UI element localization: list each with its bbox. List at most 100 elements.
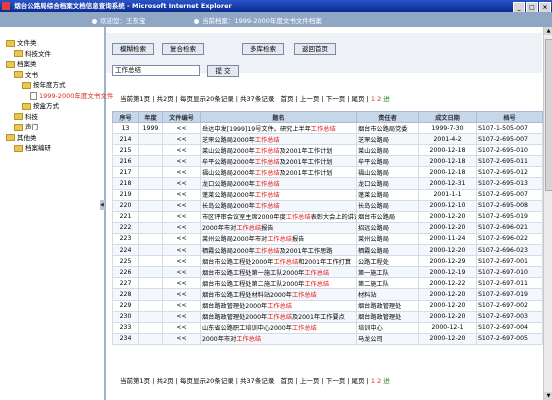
- pager-next[interactable]: 下一页: [326, 377, 346, 385]
- pager-current: 当前第1页: [120, 377, 151, 385]
- table-row[interactable]: 230 << 烟台路政管理处2000年工作总结及2001年工作要点 烟台路政管理处 20…: [112, 310, 543, 323]
- sidebar-tree: 文件类 科技文件 档案类 文书 按年度方式 1999-2000年度文书文件 按盒方式 科技 声门…: [0, 27, 113, 400]
- cell-date: 2000-12-20: [418, 244, 477, 257]
- cell-title[interactable]: 烟台市公路工程处2000年工作总结和2001年工作打算: [200, 255, 357, 268]
- pager-go[interactable]: 进: [383, 377, 390, 385]
- tree-item[interactable]: 档案类: [6, 58, 37, 68]
- column-header[interactable]: 文件编号: [162, 111, 201, 123]
- tree-item[interactable]: 其他类: [6, 132, 37, 142]
- pager-last[interactable]: 尾页: [352, 95, 365, 103]
- cell-title[interactable]: 岳达中发[1999]19号文件。研究上半年工作总结: [200, 121, 357, 135]
- cell-title[interactable]: 烟台市公路工程处第一施工队2000年工作总结: [200, 266, 357, 279]
- cell-title[interactable]: 2000年市对工作总结: [200, 332, 357, 345]
- multi-db-search-button[interactable]: 多库检索: [242, 43, 284, 55]
- column-header[interactable]: 序号: [112, 111, 139, 123]
- tree-item[interactable]: 文书: [14, 69, 38, 79]
- table-row[interactable]: 218 << 龙口公路局2000年工作总结 龙口公路局 2000-12-31 S107-2…: [112, 177, 543, 190]
- pager-page-2[interactable]: 2: [377, 377, 381, 385]
- cell-no: 229: [112, 299, 139, 312]
- cell-title[interactable]: 莱山公路局2000年工作总结及2001年工作计划: [200, 144, 357, 157]
- table-row[interactable]: 233 << 山东省公路职工培训中心2000年工作总结 培训中心 2000-12-1 S1…: [112, 321, 543, 334]
- cell-year: [138, 310, 163, 323]
- tree-item[interactable]: 按盒方式: [22, 100, 59, 110]
- table-row[interactable]: 13 1999 << 岳达中发[1999]19号文件。研究上半年工作总结 烟台市公路局党…: [112, 121, 543, 135]
- cell-author: 芝罘公路局: [356, 133, 419, 146]
- scroll-down-icon[interactable]: ▼: [544, 392, 552, 400]
- tree-item[interactable]: 声门: [14, 121, 38, 131]
- column-header[interactable]: 档号: [476, 111, 543, 123]
- cell-title[interactable]: 烟台市公路工程处材料站2000年工作总结: [200, 288, 357, 301]
- table-row[interactable]: 216 << 牟平公路局2000年工作总结及2001年工作计划 牟平公路局 2000-1…: [112, 155, 543, 168]
- table-row[interactable]: 215 << 莱山公路局2000年工作总结及2001年工作计划 莱山公路局 2000-1…: [112, 144, 543, 157]
- table-row[interactable]: 228 << 烟台市公路工程处材料站2000年工作总结 材料站 2000-12-20 S1…: [112, 288, 543, 301]
- title-highlight: 工作总结: [254, 158, 280, 166]
- cell-title[interactable]: 长岛公路局2000年工作总结: [200, 199, 357, 212]
- pager-next[interactable]: 下一页: [326, 95, 346, 103]
- scrollbar-thumb[interactable]: [545, 39, 552, 191]
- table-row[interactable]: 219 << 蓬莱公路局2000年工作总结 蓬莱公路局 2001-1-1 S107-2-6…: [112, 188, 543, 201]
- collapse-sidebar-icon[interactable]: ◀: [100, 200, 105, 210]
- search-input[interactable]: 工作总结: [112, 65, 200, 76]
- tree-item[interactable]: 科技文件: [14, 48, 51, 58]
- cell-title[interactable]: 福山公路局2000年工作总结及2001年工作计划: [200, 166, 357, 179]
- cell-title[interactable]: 山东省公路职工培训中心2000年工作总结: [200, 321, 357, 334]
- title-text: 表彰大会上的讲话: [310, 214, 357, 222]
- vertical-scrollbar[interactable]: ▲ ▼: [543, 27, 552, 400]
- pager-last[interactable]: 尾页: [352, 377, 365, 385]
- cell-date: 2000-12-20: [418, 299, 477, 312]
- tree-item[interactable]: 1999-2000年度文书文件: [30, 90, 113, 100]
- column-header[interactable]: 成文日期: [418, 111, 477, 123]
- tree-item[interactable]: 档案编研: [14, 142, 51, 152]
- table-row[interactable]: 226 << 烟台市公路工程处第一施工队2000年工作总结 第一施工队 2000-12-…: [112, 266, 543, 279]
- tree-item[interactable]: 文件类: [6, 37, 37, 47]
- window-title: 烟台公路局综合档案文档信息查询系统 - Microsoft Internet E…: [14, 2, 232, 10]
- column-header[interactable]: 题名: [200, 111, 357, 123]
- table-row[interactable]: 223 << 莱州公路局2000年市对工作总结报告 莱州公路局 2000-11-24 S1…: [112, 232, 543, 246]
- table-row[interactable]: 214 << 芝罘公路局2000年工作总结 芝罘公路局 2001-4-2 S107-2-6…: [112, 133, 543, 146]
- cell-title[interactable]: 市区评审会议室主席2000年度工作总结表彰大会上的讲话: [200, 210, 357, 223]
- table-row[interactable]: 220 << 长岛公路局2000年工作总结 长岛公路局 2000-12-10 S107-2…: [112, 199, 543, 212]
- pager-page-1[interactable]: 1: [371, 95, 375, 103]
- table-row[interactable]: 234 << 2000年市对工作总结 马龙公司 2000-12-20 S107-2-697…: [112, 332, 543, 345]
- tree-item[interactable]: 科技: [14, 111, 38, 121]
- pager-page-1[interactable]: 1: [371, 377, 375, 385]
- table-row[interactable]: 221 << 市区评审会议室主席2000年度工作总结表彰大会上的讲话 烟台市公路局 20…: [112, 210, 543, 223]
- scroll-up-icon[interactable]: ▲: [544, 27, 552, 35]
- title-text: 及2001年工作计划: [279, 169, 333, 177]
- cell-no: 13: [112, 121, 139, 135]
- pager-page-2[interactable]: 2: [377, 95, 381, 103]
- column-header[interactable]: 责任者: [356, 111, 419, 123]
- table-row[interactable]: 225 << 烟台市公路工程处2000年工作总结和2001年工作打算 公路工程处 200…: [112, 255, 543, 268]
- table-row[interactable]: 224 << 栖霞公路局2000年工作总结及2001年工作思路 栖霞公路局 2000-1…: [112, 244, 543, 257]
- table-row[interactable]: 227 << 烟台市公路工程处第二施工队2000年工作总结 第二施工队 2000-12-…: [112, 277, 543, 290]
- cell-title[interactable]: 烟台市公路工程处第二施工队2000年工作总结: [200, 277, 357, 290]
- table-row[interactable]: 229 << 烟台路政管理处2000年工作总结 烟台路政管理处 2000-12-20 S1…: [112, 299, 543, 312]
- cell-title[interactable]: 牟平公路局2000年工作总结及2001年工作计划: [200, 155, 357, 168]
- cell-year: [138, 288, 163, 301]
- fuzzy-search-button[interactable]: 模糊检索: [112, 43, 154, 55]
- compound-search-button[interactable]: 复合检索: [162, 43, 204, 55]
- pager-first[interactable]: 首页: [281, 377, 294, 385]
- cell-title[interactable]: 龙口公路局2000年工作总结: [200, 177, 357, 190]
- table-row[interactable]: 222 << 2000年市对工作总结报告 招远公路局 2000-12-20 S107-2-…: [112, 221, 543, 234]
- cell-code: <<: [162, 266, 201, 279]
- cell-title[interactable]: 芝罘公路局2000年工作总结: [200, 133, 357, 146]
- cell-year: [138, 266, 163, 279]
- pager-first[interactable]: 首页: [281, 95, 294, 103]
- cell-title[interactable]: 蓬莱公路局2000年工作总结: [200, 188, 357, 201]
- cell-title[interactable]: 栖霞公路局2000年工作总结及2001年工作思路: [200, 244, 357, 257]
- cell-title[interactable]: 莱州公路局2000年市对工作总结报告: [200, 232, 357, 246]
- cell-code: <<: [162, 310, 201, 323]
- pager-prev[interactable]: 上一页: [300, 95, 320, 103]
- cell-title[interactable]: 2000年市对工作总结报告: [200, 221, 357, 234]
- submit-button[interactable]: 提 交: [207, 65, 239, 77]
- cell-title[interactable]: 烟台路政管理处2000年工作总结: [200, 299, 357, 312]
- pager-go[interactable]: 进: [383, 95, 390, 103]
- cell-title[interactable]: 烟台路政管理处2000年工作总结及2001年工作要点: [200, 310, 357, 323]
- column-header[interactable]: 年度: [138, 111, 163, 123]
- table-row[interactable]: 217 << 福山公路局2000年工作总结及2001年工作计划 福山公路局 2000-1…: [112, 166, 543, 179]
- return-home-button[interactable]: 返回首页: [294, 43, 336, 55]
- cell-code: <<: [162, 199, 201, 212]
- tree-item[interactable]: 按年度方式: [22, 79, 66, 89]
- pager-prev[interactable]: 上一页: [300, 377, 320, 385]
